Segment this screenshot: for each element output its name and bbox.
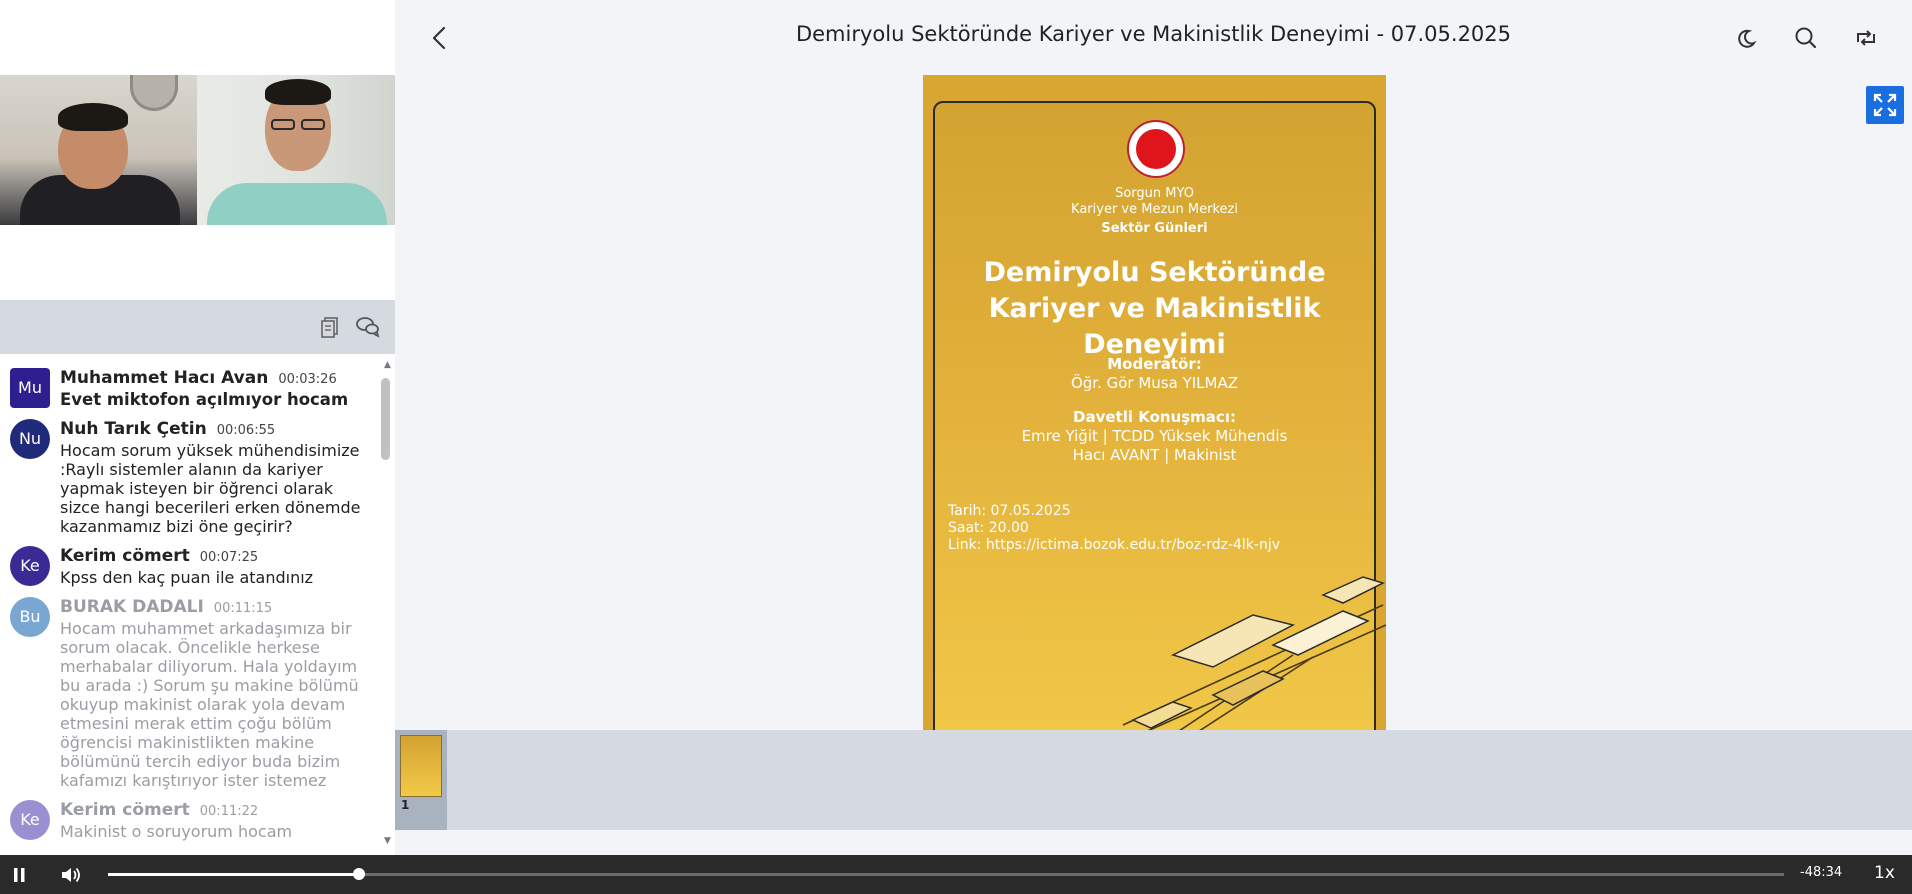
person-hair <box>58 103 128 131</box>
chat-message: Mu Muhammet Hacı Avan 00:03:26 Evet mikto… <box>0 358 380 409</box>
message-author: BURAK DADALI <box>60 597 204 617</box>
slide-org-line1: Sorgun MYO <box>1115 186 1194 201</box>
thumbnail-number: 1 <box>401 798 410 812</box>
chat-message: Nu Nuh Tarık Çetin 00:06:55 Hocam sorum y… <box>0 409 380 536</box>
seek-bar-progress <box>108 873 360 876</box>
university-seal <box>1127 120 1185 178</box>
avatar: Ke <box>10 546 50 586</box>
avatar: Nu <box>10 419 50 459</box>
slide-moderator: Öğr. Gör Musa YILMAZ <box>1070 374 1239 392</box>
slide-org-line2: Kariyer ve Mezun Merkezi <box>1071 202 1238 217</box>
person-body <box>207 183 387 225</box>
slide-series: Sektör Günleri <box>1101 221 1208 236</box>
message-text: Evet miktofon açılmıyor hocam <box>60 390 349 409</box>
webcam-participant-2[interactable] <box>197 75 395 225</box>
slide-date: Tarih: 07.05.2025 <box>948 503 1071 519</box>
slide-hour: Saat: 20.00 <box>948 520 1029 536</box>
slide-thumbnail[interactable]: 1 <box>395 730 447 830</box>
message-time: 00:11:15 <box>213 601 273 616</box>
playback-speed-button[interactable]: 1x <box>1874 863 1895 883</box>
chat-icon[interactable] <box>355 314 381 340</box>
avatar: Bu <box>10 597 50 637</box>
scroll-down-arrow-icon[interactable]: ▼ <box>380 836 395 846</box>
notes-icon[interactable] <box>318 314 344 340</box>
page-title: Demiryolu Sektöründe Kariyer ve Makinist… <box>795 22 1512 46</box>
search-icon[interactable] <box>1790 22 1822 54</box>
moon-icon[interactable] <box>1730 22 1762 54</box>
app-root: Mu Muhammet Hacı Avan 00:03:26 Evet mikto… <box>0 0 1912 894</box>
scroll-up-arrow-icon[interactable]: ▲ <box>380 360 395 370</box>
message-text: Makinist o soruyorum hocam <box>60 822 293 841</box>
slide-moderator-label: Moderatör: <box>1107 355 1202 373</box>
seek-bar[interactable] <box>108 868 1784 880</box>
presentation-area: Demiryolu Sektöründe Kariyer ve Makinist… <box>395 0 1912 855</box>
webcam-area <box>0 75 395 225</box>
volume-button[interactable] <box>58 863 82 887</box>
slide-speaker-2: Hacı AVANT | Makinist <box>1072 446 1237 464</box>
wall-clock <box>130 75 178 111</box>
chat-message: Ke Kerim cömert 00:07:25 Kpss den kaç pua… <box>0 536 380 587</box>
slide-speakers-label: Davetli Konuşmacı: <box>1073 408 1236 426</box>
chat-toolbar <box>0 300 395 354</box>
volume-icon <box>62 867 80 883</box>
message-time: 00:03:26 <box>278 372 337 387</box>
pause-icon <box>14 868 25 882</box>
fullscreen-button[interactable] <box>1866 86 1904 124</box>
seek-bar-handle[interactable] <box>353 868 366 880</box>
thumbnail-image <box>400 735 442 797</box>
slide-thumbnail-strip: 1 <box>395 730 1912 830</box>
message-author: Kerim cömert <box>60 546 190 566</box>
slide-speaker-1: Emre Yiğit | TCDD Yüksek Mühendis <box>1021 427 1288 445</box>
chat-message-list[interactable]: Mu Muhammet Hacı Avan 00:03:26 Evet mikto… <box>0 358 380 855</box>
chat-message: Bu BURAK DADALI 00:11:15 Hocam muhammet a… <box>0 587 380 790</box>
message-time: 00:07:25 <box>199 550 259 565</box>
glasses <box>271 119 295 130</box>
glasses <box>301 119 325 130</box>
media-player-bar: -48:34 1x <box>0 855 1912 894</box>
message-time: 00:06:55 <box>216 423 276 438</box>
avatar: Mu <box>10 368 50 408</box>
time-remaining: -48:34 <box>1800 865 1843 880</box>
presentation-slide: Sorgun MYO Kariyer ve Mezun Merkezi Sekt… <box>923 75 1386 730</box>
message-author: Nuh Tarık Çetin <box>60 419 207 439</box>
message-author: Muhammet Hacı Avan <box>60 368 269 388</box>
fullscreen-icon <box>1873 93 1897 117</box>
swap-layout-icon[interactable] <box>1850 22 1882 54</box>
pause-button[interactable] <box>8 863 32 887</box>
message-text: Kpss den kaç puan ile atandınız <box>60 568 314 587</box>
scrollbar-thumb[interactable] <box>381 378 390 460</box>
slide-title-line2: Kariyer ve Makinistlik Deneyimi <box>988 293 1321 360</box>
message-time: 00:11:22 <box>199 804 259 819</box>
message-author: Kerim cömert <box>60 800 190 820</box>
avatar: Ke <box>10 800 50 840</box>
message-text: Hocam muhammet arkadaşımıza bir sorum ol… <box>60 619 359 790</box>
message-text: Hocam sorum yüksek mühendisimize :Raylı … <box>60 441 361 536</box>
webcam-participant-1[interactable] <box>0 75 197 225</box>
train-illustration <box>1122 576 1386 730</box>
chat-message: Ke Kerim cömert 00:11:22 Makinist o soruy… <box>0 790 380 841</box>
slide-title-line1: Demiryolu Sektöründe <box>983 257 1326 288</box>
person-hair <box>265 79 331 105</box>
left-panel: Mu Muhammet Hacı Avan 00:03:26 Evet mikto… <box>0 0 395 855</box>
